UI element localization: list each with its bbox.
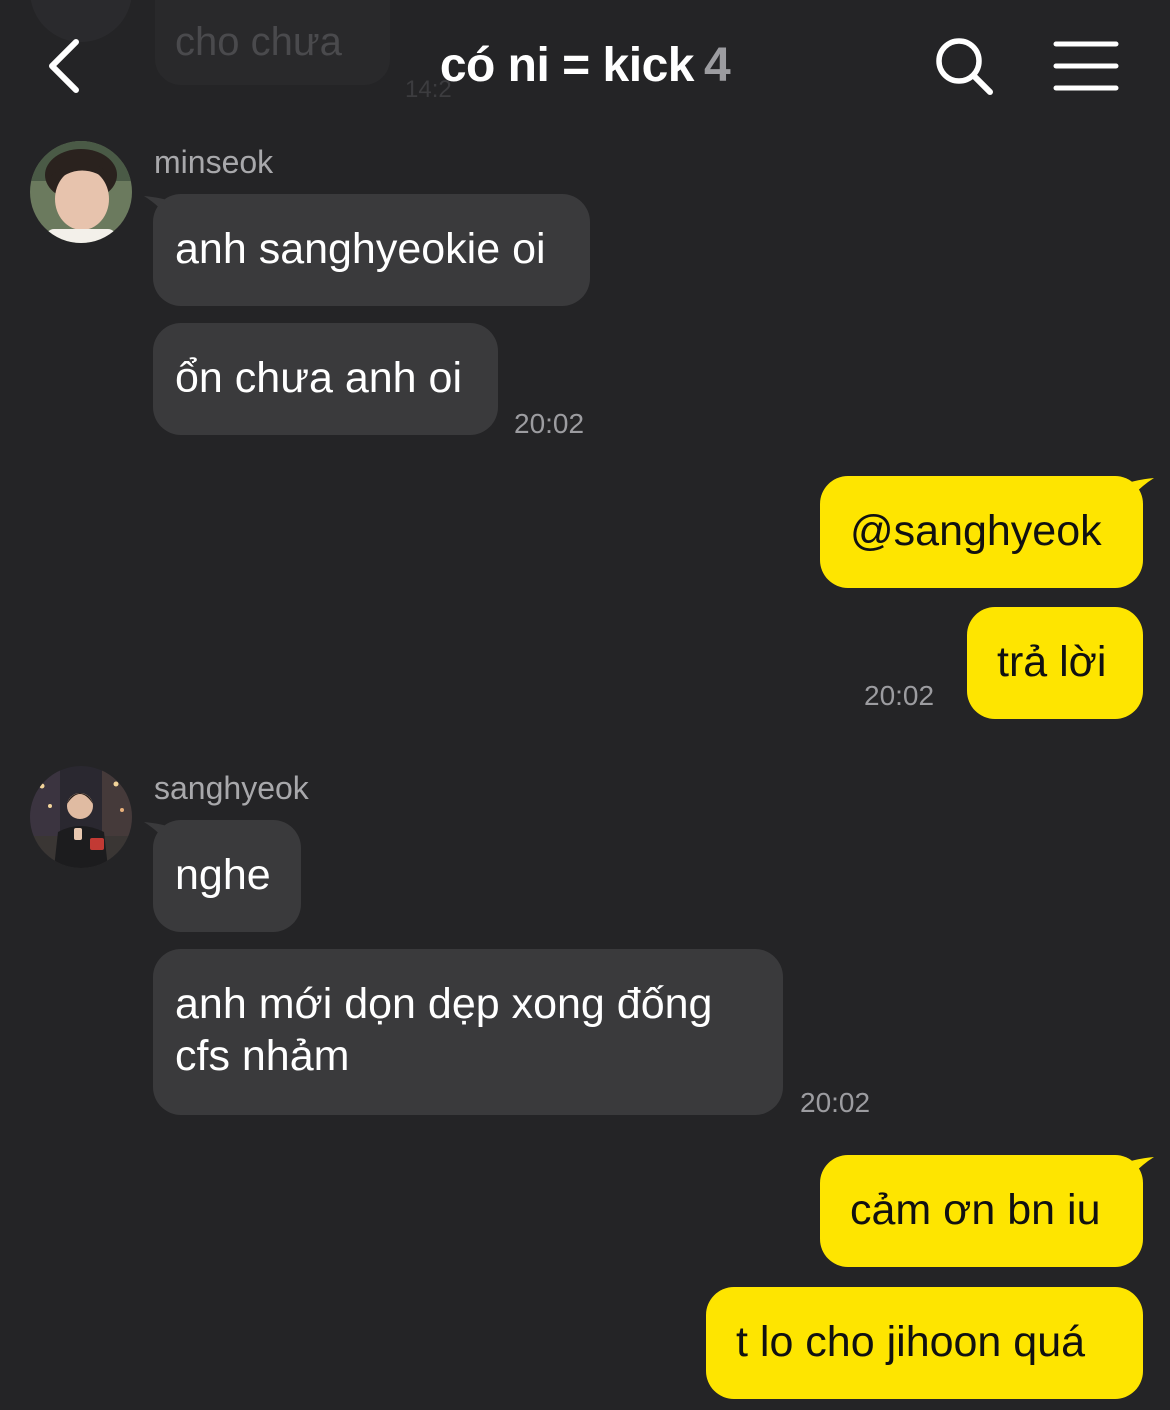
message-bubble-in[interactable]: ổn chưa anh oi xyxy=(153,323,498,435)
avatar-sanghyeok[interactable] xyxy=(30,766,132,868)
message-bubble-out[interactable]: @sanghyeok xyxy=(820,476,1143,588)
message-text-line: anh mới dọn dẹp xong đống xyxy=(175,980,713,1028)
message-bubble-in[interactable]: anh mới dọn dẹp xong đống cfs nhảm xyxy=(153,949,783,1115)
message-bubble-out[interactable]: cảm ơn bn iu xyxy=(820,1155,1143,1267)
search-button[interactable] xyxy=(932,34,998,100)
message-bubble-out[interactable]: trả lời xyxy=(967,607,1143,719)
message-text: cảm ơn bn iu xyxy=(850,1186,1101,1234)
member-count: 4 xyxy=(703,39,731,92)
search-icon xyxy=(936,38,993,95)
message-text-line: cfs nhảm xyxy=(175,1032,350,1080)
message-text: anh sanghyeokie oi xyxy=(175,225,546,273)
message-text: ổn chưa anh oi xyxy=(175,354,462,402)
chat-header: cho chưa 14:2 có ni = kick 4 xyxy=(0,0,1170,130)
scrolled-message-text: cho chưa xyxy=(175,20,342,64)
hamburger-menu-icon xyxy=(1053,41,1119,91)
profile-photo-sanghyeok xyxy=(30,766,132,868)
profile-photo-minseok xyxy=(30,141,132,243)
message-time: 20:02 xyxy=(864,680,935,711)
sender-name-minseok: minseok xyxy=(154,144,274,180)
sender-name-sanghyeok: sanghyeok xyxy=(154,770,309,806)
message-text: trả lời xyxy=(997,638,1107,686)
avatar-minseok[interactable] xyxy=(30,141,132,243)
message-bubble-in[interactable]: nghe xyxy=(153,820,301,932)
message-text: @sanghyeok xyxy=(850,507,1102,555)
message-bubble-in[interactable]: anh sanghyeokie oi xyxy=(153,194,590,306)
chevron-left-icon xyxy=(49,39,79,93)
menu-button[interactable] xyxy=(1052,38,1120,94)
message-text: nghe xyxy=(175,851,271,899)
message-bubble-out[interactable]: t lo cho jihoon quá xyxy=(706,1287,1143,1399)
message-text: t lo cho jihoon quá xyxy=(736,1318,1086,1366)
scrolled-message-time: 14:2 xyxy=(405,76,452,103)
message-time: 20:02 xyxy=(800,1087,871,1118)
back-button[interactable] xyxy=(36,36,96,96)
chat-title-text: có ni = kick xyxy=(439,39,695,92)
message-time: 20:02 xyxy=(514,408,585,439)
